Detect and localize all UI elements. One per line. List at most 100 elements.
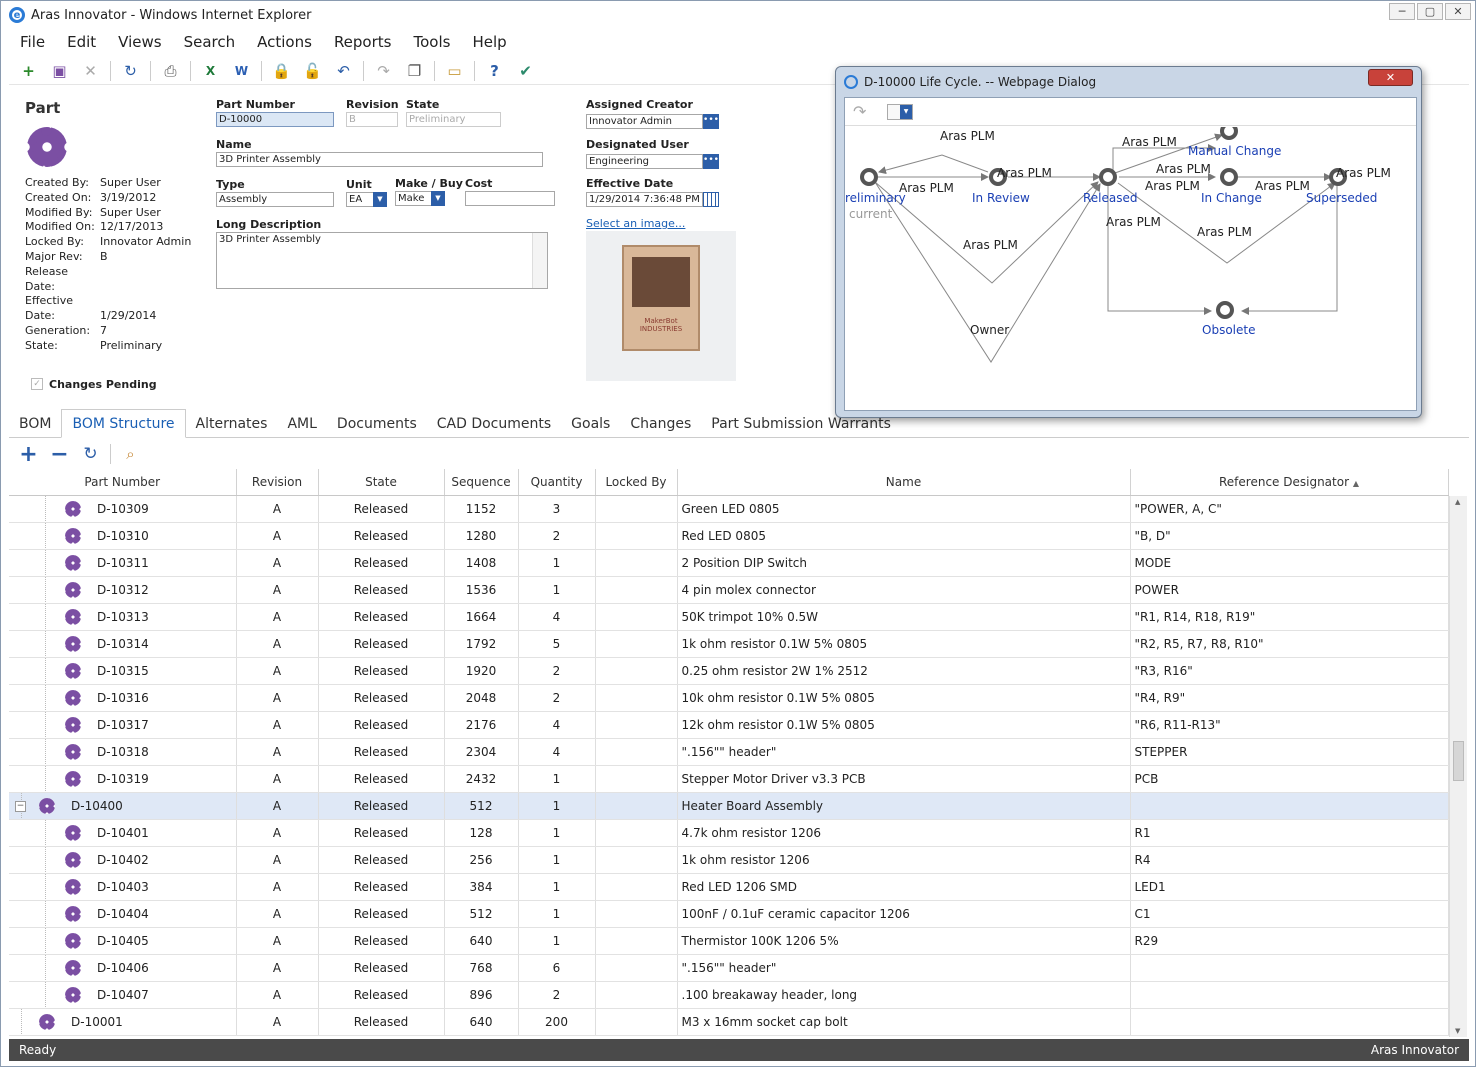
cell-part-number[interactable]: D-10403: [9, 873, 237, 901]
cell-name[interactable]: Stepper Motor Driver v3.3 PCB: [677, 765, 1131, 793]
table-row[interactable]: D-10406 A Released 768 6 ".156"" header": [9, 954, 1449, 982]
makebuy-select[interactable]: Make: [395, 191, 433, 206]
cell-seq[interactable]: 384: [444, 873, 519, 901]
copy-icon[interactable]: ❐: [403, 59, 426, 82]
cell-name[interactable]: M3 x 16mm socket cap bolt: [677, 1008, 1131, 1036]
tab-alternates[interactable]: Alternates: [186, 410, 278, 437]
cell-ref[interactable]: [1130, 981, 1449, 1009]
tab-bom-structure[interactable]: BOM Structure: [61, 409, 186, 438]
cell-locked[interactable]: [595, 576, 678, 604]
state-field[interactable]: Preliminary: [406, 112, 501, 127]
cell-part-number[interactable]: D-10311: [9, 549, 237, 577]
state-node-preliminary[interactable]: [860, 168, 878, 186]
cell-state[interactable]: Released: [318, 495, 445, 523]
refresh-icon[interactable]: ↻: [119, 59, 142, 82]
cell-state[interactable]: Released: [318, 630, 445, 658]
col-locked-by[interactable]: Locked By: [595, 469, 678, 496]
cell-locked[interactable]: [595, 630, 678, 658]
cell-state[interactable]: Released: [318, 711, 445, 739]
menu-views[interactable]: Views: [107, 31, 172, 55]
cell-ref[interactable]: STEPPER: [1130, 738, 1449, 766]
cell-ref[interactable]: "POWER, A, C": [1130, 495, 1449, 523]
cell-part-number[interactable]: D-10313: [9, 603, 237, 631]
cell-part-number[interactable]: D-10317: [9, 711, 237, 739]
table-row[interactable]: D-10001 A Released 640 200 M3 x 16mm socket c…: [9, 1008, 1449, 1036]
makebuy-dropdown-icon[interactable]: ▼: [431, 191, 445, 206]
cell-ref[interactable]: R4: [1130, 846, 1449, 874]
cell-ref[interactable]: "R1, R14, R18, R19": [1130, 603, 1449, 631]
cell-locked[interactable]: [595, 846, 678, 874]
minimize-button[interactable]: ─: [1389, 3, 1415, 20]
cell-qty[interactable]: 5: [518, 630, 596, 658]
cell-seq[interactable]: 2432: [444, 765, 519, 793]
cell-state[interactable]: Released: [318, 603, 445, 631]
cell-name[interactable]: 10k ohm resistor 0.1W 5% 0805: [677, 684, 1131, 712]
cell-part-number[interactable]: D-10406: [9, 954, 237, 982]
cell-qty[interactable]: 1: [518, 900, 596, 928]
cell-locked[interactable]: [595, 819, 678, 847]
cell-ref[interactable]: "R3, R16": [1130, 657, 1449, 685]
cell-state[interactable]: Released: [318, 576, 445, 604]
cell-rev[interactable]: A: [236, 738, 319, 766]
maximize-button[interactable]: ▢: [1417, 3, 1443, 20]
cell-part-number[interactable]: D-10314: [9, 630, 237, 658]
help-icon[interactable]: ?: [483, 59, 506, 82]
save-icon[interactable]: ▣: [48, 59, 71, 82]
cell-name[interactable]: Thermistor 100K 1206 5%: [677, 927, 1131, 955]
cell-name[interactable]: 0.25 ohm resistor 2W 1% 2512: [677, 657, 1131, 685]
table-row[interactable]: D-10311 A Released 1408 1 2 Position DIP Swit…: [9, 549, 1449, 577]
cell-locked[interactable]: [595, 792, 678, 820]
cell-seq[interactable]: 256: [444, 846, 519, 874]
menu-file[interactable]: File: [9, 31, 56, 55]
cell-name[interactable]: Heater Board Assembly: [677, 792, 1131, 820]
col-quantity[interactable]: Quantity: [518, 469, 596, 496]
tab-cad-documents[interactable]: CAD Documents: [427, 410, 561, 437]
cell-ref[interactable]: R29: [1130, 927, 1449, 955]
lock-icon[interactable]: 🔒: [270, 59, 293, 82]
cell-qty[interactable]: 200: [518, 1008, 596, 1036]
promote-icon[interactable]: ↷: [372, 59, 395, 82]
cell-state[interactable]: Released: [318, 954, 445, 982]
print-icon[interactable]: ⎙: [159, 59, 182, 82]
cell-part-number[interactable]: D-10319: [9, 765, 237, 793]
revision-field[interactable]: B: [346, 112, 398, 127]
cell-ref[interactable]: PCB: [1130, 765, 1449, 793]
cell-seq[interactable]: 768: [444, 954, 519, 982]
cell-rev[interactable]: A: [236, 603, 319, 631]
tab-changes[interactable]: Changes: [620, 410, 701, 437]
cell-qty[interactable]: 4: [518, 603, 596, 631]
state-node-released[interactable]: [1099, 168, 1117, 186]
cell-ref[interactable]: [1130, 792, 1449, 820]
cell-rev[interactable]: A: [236, 927, 319, 955]
cell-ref[interactable]: C1: [1130, 900, 1449, 928]
col-sequence[interactable]: Sequence: [444, 469, 519, 496]
cell-rev[interactable]: A: [236, 576, 319, 604]
menu-help[interactable]: Help: [461, 31, 517, 55]
table-row[interactable]: D-10315 A Released 1920 2 0.25 ohm resistor 2…: [9, 657, 1449, 685]
grid-vertical-scrollbar[interactable]: ▲ ▼: [1449, 496, 1467, 1037]
menu-reports[interactable]: Reports: [323, 31, 403, 55]
cell-name[interactable]: 1k ohm resistor 0.1W 5% 0805: [677, 630, 1131, 658]
cell-name[interactable]: Red LED 1206 SMD: [677, 873, 1131, 901]
cell-name[interactable]: ".156"" header": [677, 738, 1131, 766]
cell-rev[interactable]: A: [236, 522, 319, 550]
cell-part-number[interactable]: D-10309: [9, 495, 237, 523]
cell-locked[interactable]: [595, 603, 678, 631]
cell-name[interactable]: 4.7k ohm resistor 1206: [677, 819, 1131, 847]
table-row[interactable]: D-10404 A Released 512 1 100nF / 0.1uF cerami…: [9, 900, 1449, 928]
cell-state[interactable]: Released: [318, 549, 445, 577]
cell-ref[interactable]: "R4, R9": [1130, 684, 1449, 712]
cell-seq[interactable]: 1408: [444, 549, 519, 577]
undo-icon[interactable]: ↶: [332, 59, 355, 82]
new-item-icon[interactable]: +: [17, 59, 40, 82]
col-state[interactable]: State: [318, 469, 445, 496]
cell-qty[interactable]: 1: [518, 765, 596, 793]
cell-state[interactable]: Released: [318, 792, 445, 820]
cell-ref[interactable]: [1130, 954, 1449, 982]
cell-qty[interactable]: 4: [518, 711, 596, 739]
cell-name[interactable]: 2 Position DIP Switch: [677, 549, 1131, 577]
part-number-field[interactable]: D-10000: [216, 112, 334, 127]
unlock-icon[interactable]: 🔓: [301, 59, 324, 82]
cell-rev[interactable]: A: [236, 1008, 319, 1036]
cell-ref[interactable]: "R2, R5, R7, R8, R10": [1130, 630, 1449, 658]
